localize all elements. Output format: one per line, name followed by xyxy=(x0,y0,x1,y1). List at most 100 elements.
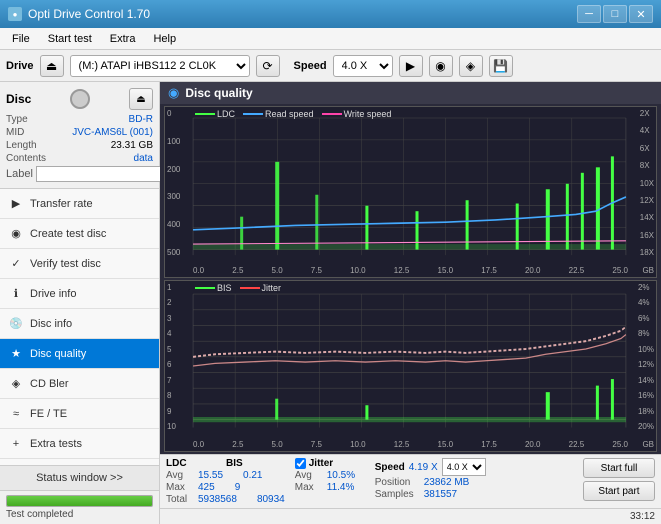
drive-info-icon: ℹ xyxy=(8,286,24,302)
bis-max: 9 xyxy=(235,482,241,493)
contents-value: data xyxy=(134,153,153,164)
nav-label-cd-bler: CD Bler xyxy=(30,378,69,390)
drive-label: Drive xyxy=(6,60,34,72)
nav-items: ▶ Transfer rate ◉ Create test disc ✓ Ver… xyxy=(0,189,159,465)
action-buttons: Start full Start part xyxy=(583,458,655,501)
speed-stat-header: Speed xyxy=(375,462,405,473)
speed-position-stats: Speed 4.19 X 4.0 X Position 23862 MB Sam… xyxy=(375,458,486,500)
fe-te-icon: ≈ xyxy=(8,406,24,422)
drive-eject-icon[interactable]: ⏏ xyxy=(40,55,64,77)
mid-value: JVC-AMS6L (001) xyxy=(72,127,153,138)
progress-area: Test completed xyxy=(0,491,159,524)
speed-arrow-icon[interactable]: ▶ xyxy=(399,55,423,77)
drive-select[interactable]: (M:) ATAPI iHBS112 2 CL0K xyxy=(70,55,250,77)
legend-bis: BIS xyxy=(217,283,232,293)
length-value: 23.31 GB xyxy=(111,140,153,151)
disc-panel: Disc ⏏ Type BD-R MID JVC-AMS6L (001) Len… xyxy=(0,82,159,189)
transfer-rate-icon: ▶ xyxy=(8,196,24,212)
avg-label: Avg xyxy=(166,470,194,481)
menu-help[interactable]: Help xyxy=(145,31,184,47)
nav-label-transfer-rate: Transfer rate xyxy=(30,198,93,210)
nav-label-fe-te: FE / TE xyxy=(30,408,67,420)
chart2-svg xyxy=(165,281,656,451)
nav-label-verify-test-disc: Verify test disc xyxy=(30,258,101,270)
nav-label-disc-info: Disc info xyxy=(30,318,72,330)
speed-stat-select[interactable]: 4.0 X xyxy=(442,458,486,476)
speed-label: Speed xyxy=(294,60,327,72)
jitter-avg: 10.5% xyxy=(327,470,355,481)
close-button[interactable]: ✕ xyxy=(629,5,653,23)
extra-tests-icon: + xyxy=(8,436,24,452)
disc-icon xyxy=(70,89,90,109)
position-value: 23862 MB xyxy=(424,477,470,488)
legend-jitter: Jitter xyxy=(262,283,282,293)
nav-item-transfer-rate[interactable]: ▶ Transfer rate xyxy=(0,189,159,219)
titlebar: ● Opti Drive Control 1.70 ─ □ ✕ xyxy=(0,0,661,28)
nav-item-disc-info[interactable]: 💿 Disc info xyxy=(0,309,159,339)
speed-select[interactable]: 4.0 X xyxy=(333,55,393,77)
drive-refresh-icon[interactable]: ⟳ xyxy=(256,55,280,77)
start-full-button[interactable]: Start full xyxy=(583,458,655,478)
legend-ldc: LDC xyxy=(217,109,235,119)
disc-info-icon: 💿 xyxy=(8,316,24,332)
label-input[interactable] xyxy=(36,166,174,182)
nav-item-extra-tests[interactable]: + Extra tests xyxy=(0,429,159,459)
speed-stat-value: 4.19 X xyxy=(409,462,438,473)
charts-container: LDC Read speed Write speed 5004003002001… xyxy=(160,104,661,454)
nav-item-fe-te[interactable]: ≈ FE / TE xyxy=(0,399,159,429)
start-part-button[interactable]: Start part xyxy=(583,481,655,501)
ldc-bis-stats: LDC BIS Avg 15.55 0.21 Max 425 9 xyxy=(166,458,285,505)
status-window-btn[interactable]: Status window >> xyxy=(0,465,159,491)
nav-label-create-test-disc: Create test disc xyxy=(30,228,106,240)
drive-action1-icon[interactable]: ◉ xyxy=(429,55,453,77)
verify-test-disc-icon: ✓ xyxy=(8,256,24,272)
samples-value: 381557 xyxy=(424,489,457,500)
menu-file[interactable]: File xyxy=(4,31,38,47)
chart1: LDC Read speed Write speed 5004003002001… xyxy=(164,106,657,278)
chart1-legend: LDC Read speed Write speed xyxy=(195,109,391,119)
jitter-checkbox[interactable] xyxy=(295,458,306,469)
nav-item-drive-info[interactable]: ℹ Drive info xyxy=(0,279,159,309)
chart-header-icon: ◉ xyxy=(168,85,179,101)
nav-item-create-test-disc[interactable]: ◉ Create test disc xyxy=(0,219,159,249)
jitter-max: 11.4% xyxy=(327,482,355,493)
chart2-legend: BIS Jitter xyxy=(195,283,281,293)
contents-label: Contents xyxy=(6,153,46,164)
status-text: Test completed xyxy=(6,509,153,520)
minimize-button[interactable]: ─ xyxy=(577,5,601,23)
chart2: BIS Jitter 10987654321 20%18%16%14%12%10… xyxy=(164,280,657,452)
chart1-gb-label: GB xyxy=(642,266,654,275)
ldc-total: 5938568 xyxy=(198,494,237,505)
content-area: ◉ Disc quality LDC Read speed Write spee… xyxy=(160,82,661,524)
total-label: Total xyxy=(166,494,194,505)
drive-action2-icon[interactable]: ◈ xyxy=(459,55,483,77)
ldc-avg: 15.55 xyxy=(198,470,223,481)
type-value: BD-R xyxy=(129,114,153,125)
disc-eject-btn[interactable]: ⏏ xyxy=(129,88,153,110)
nav-label-drive-info: Drive info xyxy=(30,288,76,300)
jitter-header: Jitter xyxy=(309,458,333,469)
time-value: 33:12 xyxy=(630,511,655,522)
jitter-stats: Jitter Avg 10.5% Max 11.4% xyxy=(295,458,365,493)
time-bar: 33:12 xyxy=(160,508,661,524)
chart2-x-labels: 0.02.55.07.510.012.515.017.520.022.525.0 xyxy=(193,440,628,449)
nav-label-extra-tests: Extra tests xyxy=(30,438,82,450)
menu-extra[interactable]: Extra xyxy=(102,31,144,47)
samples-label: Samples xyxy=(375,489,420,500)
app-icon: ● xyxy=(8,7,22,21)
type-label: Type xyxy=(6,114,28,125)
cd-bler-icon: ◈ xyxy=(8,376,24,392)
nav-item-cd-bler[interactable]: ◈ CD Bler xyxy=(0,369,159,399)
nav-item-disc-quality[interactable]: ★ Disc quality xyxy=(0,339,159,369)
bis-total: 80934 xyxy=(257,494,285,505)
nav-item-verify-test-disc[interactable]: ✓ Verify test disc xyxy=(0,249,159,279)
chart-header: ◉ Disc quality xyxy=(160,82,661,104)
drive-save-icon[interactable]: 💾 xyxy=(489,55,513,77)
maximize-button[interactable]: □ xyxy=(603,5,627,23)
progress-bar-fill xyxy=(7,496,152,506)
chart1-x-labels: 0.02.55.07.510.012.515.017.520.022.525.0 xyxy=(193,266,628,275)
nav-label-disc-quality: Disc quality xyxy=(30,348,86,360)
menu-start-test[interactable]: Start test xyxy=(40,31,100,47)
ldc-max: 425 xyxy=(198,482,215,493)
progress-bar-container xyxy=(6,495,153,507)
